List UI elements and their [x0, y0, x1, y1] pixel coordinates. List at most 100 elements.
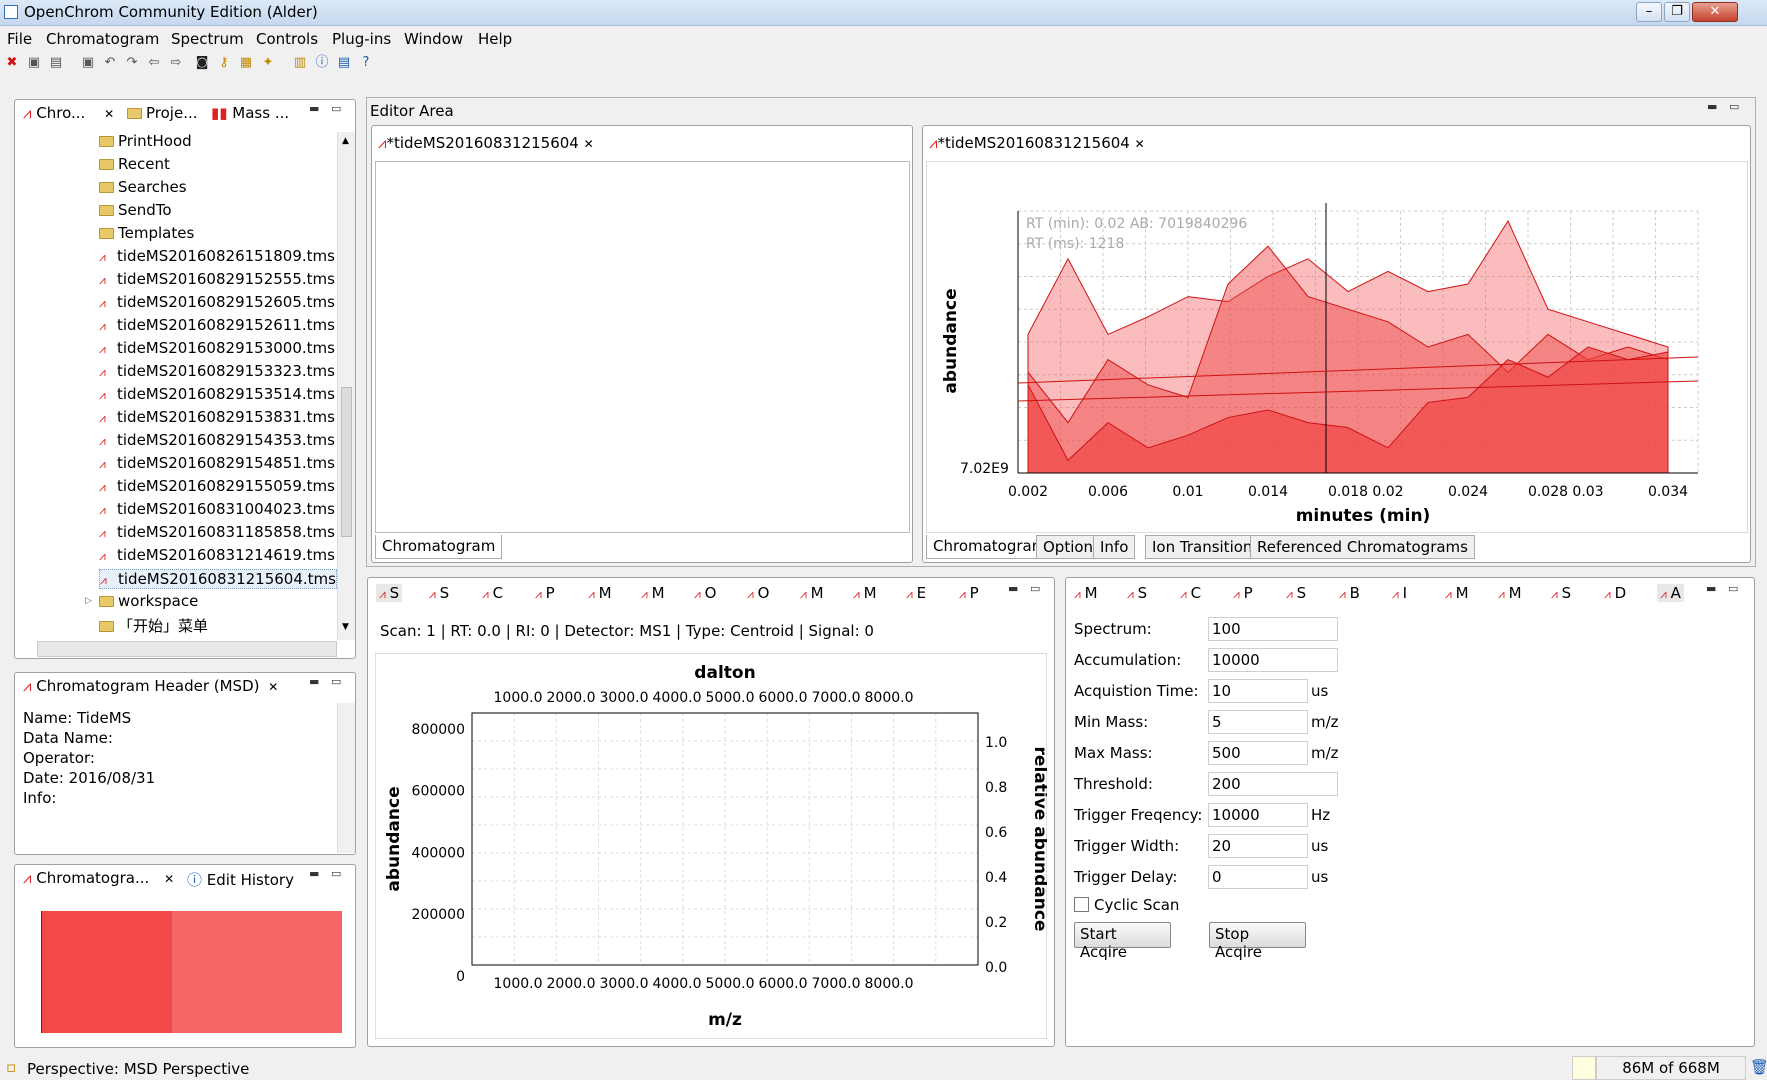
scan_panel-tab-2[interactable]: ⩘ C — [482, 584, 503, 602]
acq_panel-tab-5[interactable]: ⩘ B — [1339, 584, 1360, 602]
close-button[interactable]: ✕ — [1692, 2, 1738, 22]
tree-folder[interactable]: 「开始」菜单 — [99, 615, 208, 635]
field-input[interactable]: 500 — [1208, 741, 1308, 765]
scan_panel-tab-1[interactable]: ⩘ S — [429, 584, 449, 602]
tree-file[interactable]: ⩘ tideMS20160826151809.tms — [99, 247, 335, 267]
tab-chromatogram-nav[interactable]: ⩘ Chro... ✕ — [23, 104, 114, 122]
acq_panel-tab-4[interactable]: ⩘ S — [1286, 584, 1306, 602]
acq_panel-tab-0[interactable]: ⩘ M — [1074, 584, 1098, 602]
tree-file[interactable]: ⩘ tideMS20160829152555.tms — [99, 270, 335, 290]
acq_panel-tab-8[interactable]: ⩘ M — [1498, 584, 1522, 602]
field-input[interactable]: 5 — [1208, 710, 1308, 734]
maximize-icon[interactable]: ▭ — [331, 102, 341, 115]
tab-editor-left[interactable]: ⩘*tideMS20160831215604 ✕ — [378, 134, 594, 152]
field-input[interactable]: 20 — [1208, 834, 1308, 858]
start-acquire-button[interactable]: Start Acqire — [1074, 922, 1171, 961]
field-input[interactable]: 0 — [1208, 865, 1308, 889]
minimize-icon[interactable]: ▬ — [309, 675, 319, 688]
camera-icon[interactable]: ◙ — [194, 55, 210, 71]
menu-chromatogram[interactable]: Chromatogram — [46, 30, 159, 48]
scan_panel-tab-7[interactable]: ⩘ O — [747, 584, 769, 602]
minimize-icon[interactable]: ▬ — [1008, 582, 1018, 595]
tree-file[interactable]: ⩘ tideMS20160829153323.tms — [99, 362, 335, 382]
tab-mass[interactable]: ▮▮ Mass ... — [211, 104, 289, 122]
tree-file[interactable]: ⩘ tideMS20160829153831.tms — [99, 408, 335, 428]
tree-file[interactable]: ⩘ tideMS20160829153000.tms — [99, 339, 335, 359]
tree-file[interactable]: ⩘ tideMS20160829154353.tms — [99, 431, 335, 451]
tab-project[interactable]: Proje... — [127, 104, 198, 122]
acq_panel-tab-3[interactable]: ⩘ P — [1233, 584, 1253, 602]
tree-folder[interactable]: ▷ workspace — [85, 592, 198, 612]
field-input[interactable]: 10000 — [1208, 803, 1308, 827]
tree-scrollbar[interactable]: ▲ ▼ — [337, 132, 355, 640]
maximize-icon[interactable]: ▭ — [331, 867, 341, 880]
menu-controls[interactable]: Controls — [256, 30, 318, 48]
menu-plugins[interactable]: Plug-ins — [332, 30, 391, 48]
maximize-icon[interactable]: ▭ — [1030, 582, 1040, 595]
field-input[interactable]: 10000 — [1208, 648, 1338, 672]
save-icon[interactable]: ▣ — [26, 55, 42, 71]
minimize-icon[interactable]: ▬ — [1706, 582, 1716, 595]
scan_panel-tab-0[interactable]: ⩘ S — [376, 584, 403, 602]
tree-file[interactable]: ⩘ tideMS20160831185858.tms — [99, 523, 335, 543]
minimize-icon[interactable]: ▬ — [1707, 100, 1717, 113]
undo-icon[interactable]: ↶ — [102, 55, 118, 71]
scan_panel-tab-3[interactable]: ⩘ P — [535, 584, 555, 602]
tab-bottom-chromatogram[interactable]: Chromatogram — [375, 535, 503, 559]
tree-folder[interactable]: PrintHood — [99, 132, 192, 152]
scan_panel-tab-10[interactable]: ⩘ E — [906, 584, 926, 602]
scan_panel-tab-5[interactable]: ⩘ M — [641, 584, 665, 602]
acq_panel-tab-7[interactable]: ⩘ M — [1445, 584, 1469, 602]
maximize-icon[interactable]: ▭ — [1728, 582, 1738, 595]
menu-spectrum[interactable]: Spectrum — [171, 30, 244, 48]
tree-folder[interactable]: Searches — [99, 178, 187, 198]
expand-icon[interactable]: ▷ — [85, 596, 92, 606]
scan_panel-tab-4[interactable]: ⩘ M — [588, 584, 612, 602]
minimize-icon[interactable]: ▬ — [309, 102, 319, 115]
info-icon[interactable]: ⓘ — [314, 55, 330, 71]
acq_panel-tab-9[interactable]: ⩘ S — [1551, 584, 1571, 602]
tab-chromatogram-header[interactable]: ⩘ Chromatogram Header (MSD) ✕ — [23, 677, 278, 695]
redo-icon[interactable]: ↷ — [124, 55, 140, 71]
scroll-thumb[interactable] — [341, 387, 352, 537]
key-icon[interactable]: ⚷ — [216, 55, 232, 71]
maximize-icon[interactable]: ▭ — [1729, 100, 1739, 113]
memory-status[interactable]: 86M of 668M — [1596, 1056, 1746, 1080]
acq_panel-tab-11[interactable]: ⩘ A — [1657, 584, 1684, 602]
close-all-icon[interactable]: ✖ — [4, 55, 20, 71]
scan_panel-tab-8[interactable]: ⩘ M — [800, 584, 824, 602]
menu-file[interactable]: File — [7, 30, 32, 48]
maximize-icon[interactable]: ▭ — [331, 675, 341, 688]
minimize-button[interactable]: – — [1636, 2, 1662, 22]
open-icon[interactable]: ▦ — [238, 55, 254, 71]
tree-file[interactable]: ⩘ tideMS20160829154851.tms — [99, 454, 335, 474]
tree-folder[interactable]: Recent — [99, 155, 170, 175]
trash-icon[interactable]: 🗑 — [1750, 1058, 1767, 1076]
tree-file[interactable]: ⩘ tideMS20160829152611.tms — [99, 316, 335, 336]
acq_panel-tab-6[interactable]: ⩘ I — [1392, 584, 1407, 602]
field-input[interactable]: 100 — [1208, 617, 1338, 641]
tree-hscrollbar[interactable] — [37, 641, 337, 657]
stop-acquire-button[interactable]: Stop Acqire — [1209, 922, 1306, 961]
save-as-icon[interactable]: ▣ — [80, 55, 96, 71]
tab-bottom-referenced-chromatograms[interactable]: Referenced Chromatograms — [1250, 535, 1475, 559]
chromatogram-chart[interactable]: RT (min): 0.02 AB: 7019840296 RT (ms): 1… — [926, 161, 1748, 533]
maximize-button[interactable]: ❐ — [1664, 2, 1690, 22]
tab-editor-right[interactable]: ⩘*tideMS20160831215604 ✕ — [929, 134, 1145, 152]
acq_panel-tab-2[interactable]: ⩘ C — [1180, 584, 1201, 602]
tab-chromatogram-overview[interactable]: ⩘ Chromatogra... ✕ — [23, 869, 174, 887]
acq_panel-tab-1[interactable]: ⩘ S — [1127, 584, 1147, 602]
tab-bottom-chromatogram[interactable]: Chromatogram — [926, 535, 1054, 559]
header-scrollbar[interactable] — [337, 703, 355, 853]
menu-window[interactable]: Window — [404, 30, 463, 48]
back-icon[interactable]: ⇦ — [146, 55, 162, 71]
tree-file[interactable]: ⩘ tideMS20160829155059.tms — [99, 477, 335, 497]
spectrum-chart[interactable]: dalton m/z abundance relative abundance … — [375, 653, 1047, 1039]
empty-chart-canvas[interactable] — [375, 161, 910, 533]
tree-folder[interactable]: SendTo — [99, 201, 172, 221]
scan_panel-tab-11[interactable]: ⩘ P — [959, 584, 979, 602]
overview-chart[interactable] — [41, 911, 342, 1033]
tab-bottom-ion-transitions[interactable]: Ion Transitions — [1145, 535, 1268, 559]
tree-file[interactable]: ⩘ tideMS20160831004023.tms — [99, 500, 335, 520]
tab-bottom-info[interactable]: Info — [1093, 535, 1136, 559]
